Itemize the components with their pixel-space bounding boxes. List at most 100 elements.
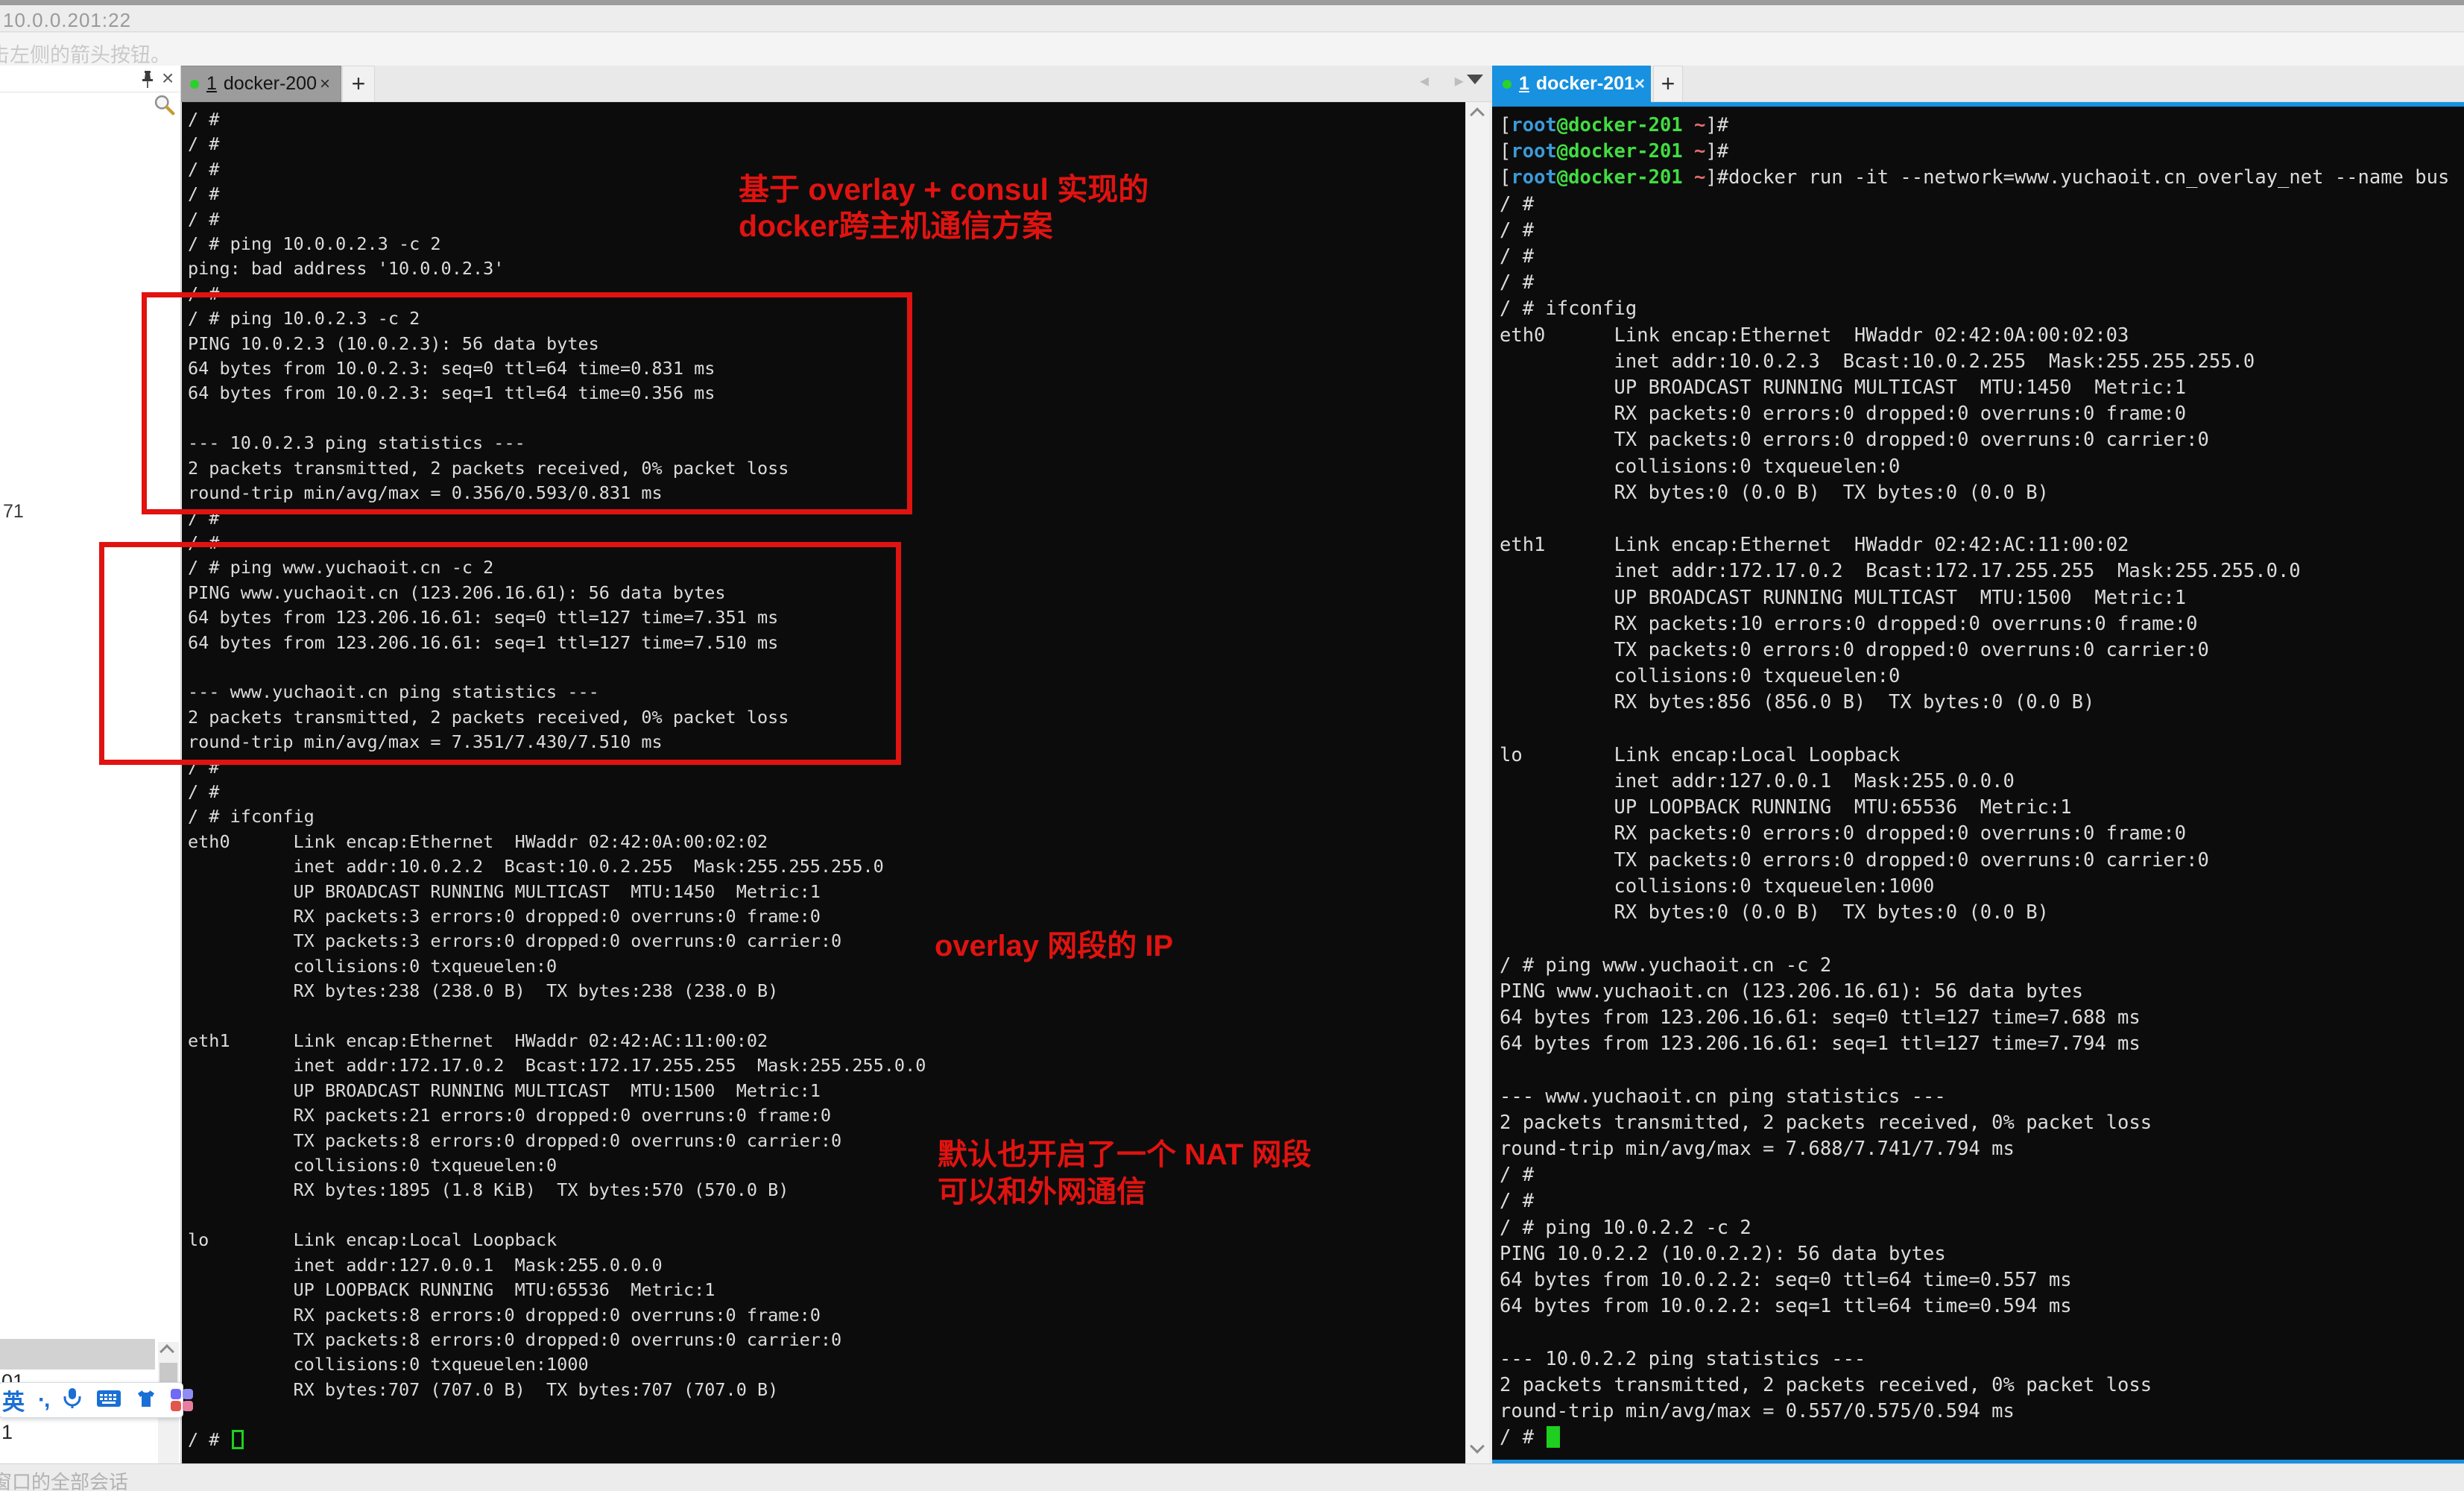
tab-list-dropdown-icon[interactable] xyxy=(1467,75,1483,84)
terminal-line: RX packets:0 errors:0 dropped:0 overruns… xyxy=(1500,401,2464,427)
scroll-down-icon[interactable] xyxy=(1470,1439,1485,1454)
terminal-line: round-trip min/avg/max = 0.557/0.575/0.5… xyxy=(1500,1399,2464,1425)
window-title-bar: 10.0.0.201:22 xyxy=(0,0,2464,32)
terminal-line: 64 bytes from 10.0.2.3: seq=1 ttl=64 tim… xyxy=(188,381,1465,406)
terminal-line: 64 bytes from 10.0.2.2: seq=1 ttl=64 tim… xyxy=(1500,1293,2464,1320)
terminal-line: / # xyxy=(1500,1425,2464,1451)
hint-bar: 击左侧的箭头按钮。 xyxy=(0,33,2464,66)
terminal-line: TX packets:3 errors:0 dropped:0 overruns… xyxy=(188,929,1465,953)
scroll-up-icon[interactable] xyxy=(1470,107,1485,122)
terminal-line: / # xyxy=(188,1428,1465,1452)
ime-microphone-icon[interactable] xyxy=(62,1387,83,1413)
terminal-line: [root@docker-201 ~]# xyxy=(1500,139,2464,165)
session-list-item[interactable]: 1 xyxy=(1,1421,13,1444)
terminal-line xyxy=(188,1004,1465,1029)
terminal-line: TX packets:0 errors:0 dropped:0 overruns… xyxy=(1500,848,2464,874)
terminal-line: RX packets:21 errors:0 dropped:0 overrun… xyxy=(188,1103,1465,1128)
ime-skin-icon[interactable] xyxy=(135,1389,157,1412)
terminal-line xyxy=(1500,716,2464,743)
terminal-line xyxy=(188,1402,1465,1427)
terminal-line: RX packets:8 errors:0 dropped:0 overruns… xyxy=(188,1303,1465,1328)
terminal-line: / # xyxy=(1500,1188,2464,1214)
session-sidebar: × 71 01 1 英 ·, xyxy=(0,66,181,1463)
new-tab-button-left[interactable]: + xyxy=(342,66,375,102)
tab-docker-201[interactable]: 1 docker-201 × xyxy=(1492,66,1651,102)
terminal-line: [root@docker-201 ~]#docker run -it --net… xyxy=(1500,165,2464,191)
sidebar-header: × xyxy=(0,66,180,92)
close-tab-icon[interactable]: × xyxy=(1634,75,1645,93)
tab-scroll-arrows-icon[interactable]: ◂ ▸ xyxy=(1420,70,1474,92)
terminal-line: inet addr:127.0.0.1 Mask:255.0.0.0 xyxy=(188,1253,1465,1278)
terminal-cursor xyxy=(232,1430,244,1449)
tab-title: docker-201 xyxy=(1536,73,1634,95)
close-panel-icon[interactable]: × xyxy=(162,66,174,90)
terminal-line xyxy=(1500,1320,2464,1346)
terminal-line: / # xyxy=(188,132,1465,157)
scroll-up-icon[interactable] xyxy=(159,1344,174,1359)
ime-keyboard-icon[interactable] xyxy=(96,1389,121,1412)
annotation-nat-line1: 默认也开启了一个 NAT 网段 xyxy=(938,1136,1311,1173)
terminal-line: RX bytes:238 (238.0 B) TX bytes:238 (238… xyxy=(188,979,1465,1003)
terminal-line: PING www.yuchaoit.cn (123.206.16.61): 56… xyxy=(188,581,1465,605)
terminal-line: eth0 Link encap:Ethernet HWaddr 02:42:0A… xyxy=(1500,323,2464,349)
terminal-line: 64 bytes from 10.0.2.2: seq=0 ttl=64 tim… xyxy=(1500,1267,2464,1293)
terminal-line: 2 packets transmitted, 2 packets receive… xyxy=(188,456,1465,481)
terminal-line xyxy=(188,655,1465,680)
terminal-line xyxy=(1500,506,2464,532)
annotation-overlay-ip: overlay 网段的 IP xyxy=(935,921,1173,965)
connected-dot-icon xyxy=(190,80,199,89)
session-list-selected-row[interactable] xyxy=(0,1339,155,1369)
terminal-line: RX bytes:0 (0.0 B) TX bytes:0 (0.0 B) xyxy=(1500,480,2464,506)
terminal-line: collisions:0 txqueuelen:1000 xyxy=(1500,874,2464,900)
terminal-line: UP LOOPBACK RUNNING MTU:65536 Metric:1 xyxy=(1500,795,2464,821)
terminal-docker-200[interactable]: / #/ #/ #/ #/ #/ # ping 10.0.0.2.3 -c 2p… xyxy=(182,102,1465,1463)
terminal-line: --- www.yuchaoit.cn ping statistics --- xyxy=(1500,1084,2464,1110)
terminal-line: RX bytes:0 (0.0 B) TX bytes:0 (0.0 B) xyxy=(1500,900,2464,926)
connected-dot-icon xyxy=(1503,80,1511,89)
terminal-line: / # xyxy=(1500,218,2464,244)
annotation-title-line2: docker跨主机通信方案 xyxy=(739,208,1149,245)
terminal-line: TX packets:0 errors:0 dropped:0 overruns… xyxy=(1500,637,2464,663)
terminal-line: RX bytes:856 (856.0 B) TX bytes:0 (0.0 B… xyxy=(1500,690,2464,716)
tab-bar: 1 docker-200 × + ◂ ▸ 1 docker-201 × + xyxy=(0,66,2464,102)
terminal-line: / # xyxy=(188,107,1465,132)
terminal-line: round-trip min/avg/max = 7.351/7.430/7.5… xyxy=(188,730,1465,754)
ime-toolbox-icon[interactable] xyxy=(171,1389,193,1411)
annotation-nat-line2: 可以和外网通信 xyxy=(938,1173,1311,1211)
terminal-line: PING www.yuchaoit.cn (123.206.16.61): 56… xyxy=(1500,979,2464,1005)
terminal-line: / # ping 10.0.2.3 -c 2 xyxy=(188,306,1465,331)
terminal-line: --- 10.0.2.3 ping statistics --- xyxy=(188,431,1465,456)
search-icon[interactable] xyxy=(154,94,176,120)
terminal-line: --- www.yuchaoit.cn ping statistics --- xyxy=(188,680,1465,704)
hint-text: 击左侧的箭头按钮。 xyxy=(0,39,171,68)
terminal-line: / # xyxy=(188,780,1465,804)
ime-language-icon[interactable]: 英 xyxy=(2,1384,25,1416)
terminal-docker-201[interactable]: [root@docker-201 ~]#[root@docker-201 ~]#… xyxy=(1492,102,2464,1463)
terminal-cursor xyxy=(1547,1426,1560,1448)
annotation-title-line1: 基于 overlay + consul 实现的 xyxy=(739,171,1149,208)
terminal-line: / # xyxy=(1500,270,2464,296)
terminal-line: ping: bad address '10.0.0.2.3' xyxy=(188,256,1465,281)
new-tab-button-right[interactable]: + xyxy=(1653,66,1683,102)
session-address: 10.0.0.201:22 xyxy=(3,9,131,32)
terminal-line: / # xyxy=(1500,244,2464,270)
annotation-title: 基于 overlay + consul 实现的 docker跨主机通信方案 xyxy=(739,171,1149,245)
terminal-line: lo Link encap:Local Loopback xyxy=(1500,743,2464,769)
terminal-line: PING 10.0.2.2 (10.0.2.2): 56 data bytes xyxy=(1500,1241,2464,1267)
session-item-fragment[interactable]: 71 xyxy=(3,501,24,523)
terminal-line: 2 packets transmitted, 2 packets receive… xyxy=(188,705,1465,730)
terminal-line xyxy=(1500,1057,2464,1083)
tab-docker-200[interactable]: 1 docker-200 × xyxy=(179,66,341,102)
terminal-line: / # xyxy=(188,282,1465,306)
terminal-line: inet addr:172.17.0.2 Bcast:172.17.255.25… xyxy=(188,1053,1465,1078)
close-tab-icon[interactable]: × xyxy=(320,75,330,93)
pin-panel-icon[interactable] xyxy=(140,70,155,93)
terminal-line: 64 bytes from 10.0.2.3: seq=0 ttl=64 tim… xyxy=(188,356,1465,381)
terminal-line: [root@docker-201 ~]# xyxy=(1500,113,2464,139)
terminal-line: / # xyxy=(1500,1162,2464,1188)
ime-punctuation-icon[interactable]: ·, xyxy=(38,1387,48,1413)
terminal-line: collisions:0 txqueuelen:1000 xyxy=(188,1352,1465,1377)
terminal-line: inet addr:172.17.0.2 Bcast:172.17.255.25… xyxy=(1500,558,2464,584)
left-terminal-scrollbar[interactable] xyxy=(1465,102,1489,1463)
terminal-line: UP LOOPBACK RUNNING MTU:65536 Metric:1 xyxy=(188,1278,1465,1302)
